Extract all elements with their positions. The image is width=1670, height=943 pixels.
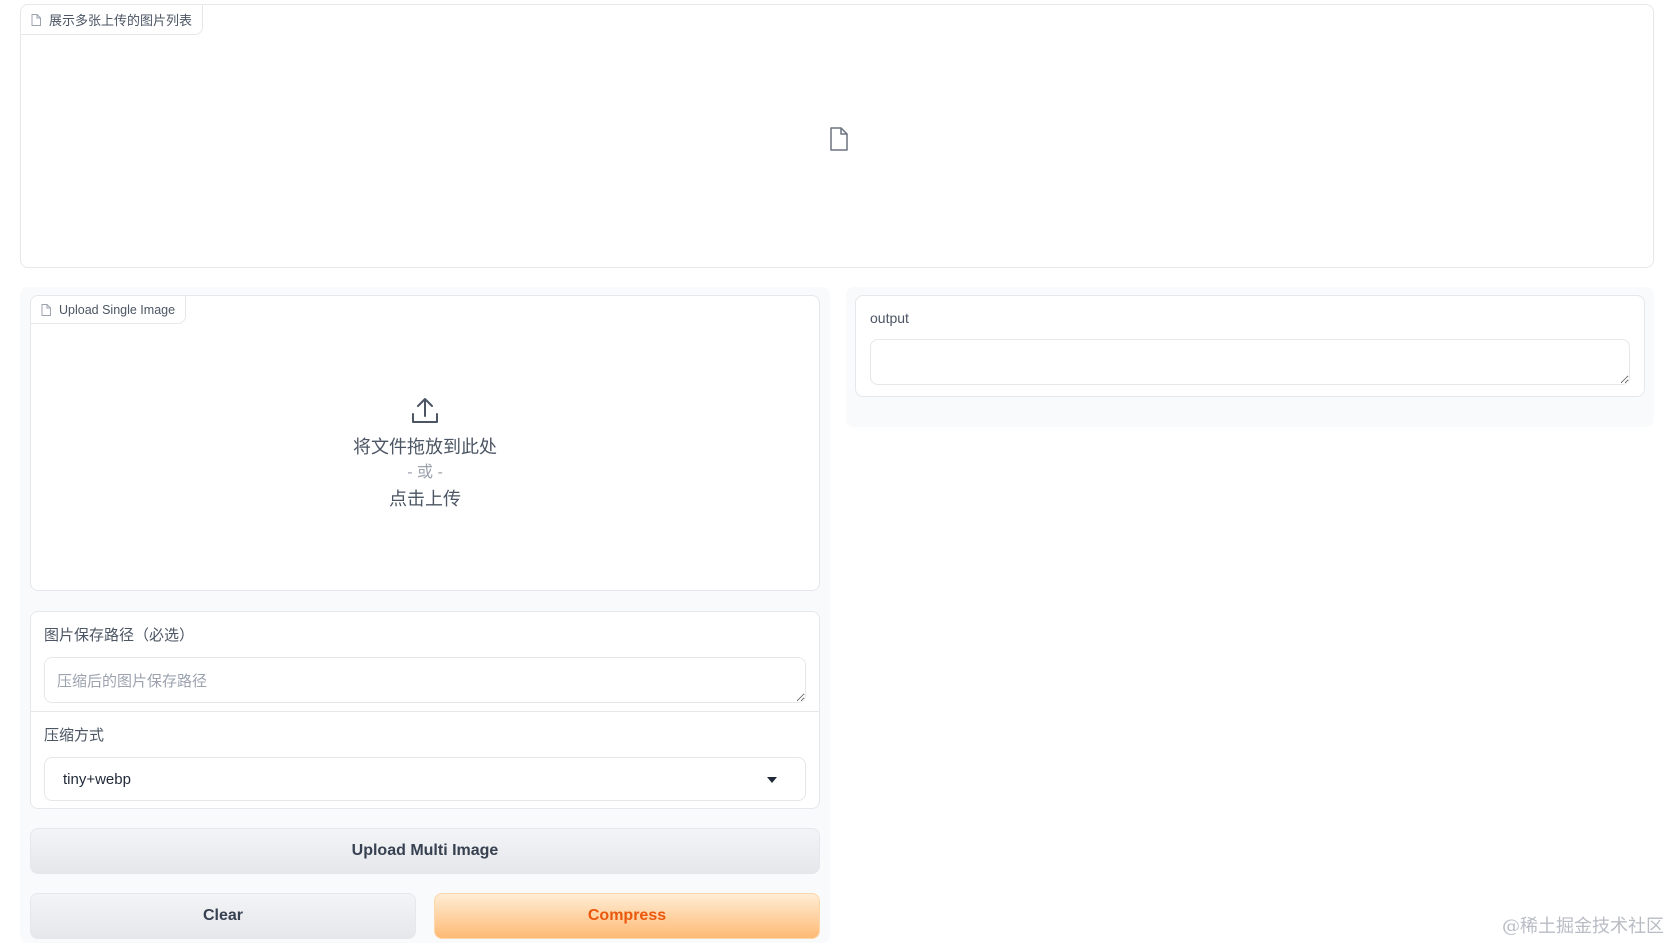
upload-multi-image-button[interactable]: Upload Multi Image — [30, 828, 820, 874]
drop-instruction: 将文件拖放到此处 — [353, 437, 497, 457]
file-icon — [830, 127, 848, 151]
file-icon — [31, 13, 41, 26]
gallery-label-text: 展示多张上传的图片列表 — [49, 13, 193, 28]
compress-method-label: 压缩方式 — [44, 727, 105, 744]
settings-form: 图片保存路径（必选） 压缩方式 tiny+webp — [30, 611, 820, 809]
upload-label: Upload Single Image — [31, 296, 187, 324]
right-column: output — [846, 287, 1654, 427]
caret-down-icon — [767, 777, 777, 783]
image-gallery: 展示多张上传的图片列表 — [20, 4, 1654, 268]
save-path-label: 图片保存路径（必选） — [44, 627, 195, 644]
upload-label-text: Upload Single Image — [59, 302, 176, 317]
drop-or-separator: - 或 - — [407, 464, 443, 481]
gallery-label: 展示多张上传的图片列表 — [21, 5, 204, 35]
compress-button[interactable]: Compress — [434, 893, 820, 939]
save-path-input[interactable] — [44, 657, 806, 703]
single-image-upload[interactable]: Upload Single Image 将文件拖放到此处 - 或 - 点击上传 — [30, 295, 820, 591]
save-path-field: 图片保存路径（必选） — [31, 612, 819, 712]
drop-zone[interactable]: 将文件拖放到此处 - 或 - 点击上传 — [31, 396, 819, 512]
file-icon — [41, 303, 51, 316]
compress-method-value: tiny+webp — [63, 770, 131, 788]
clear-button[interactable]: Clear — [30, 893, 416, 939]
output-label: output — [870, 310, 909, 326]
upload-icon — [412, 398, 438, 423]
watermark: @稀土掘金技术社区 — [1502, 916, 1664, 937]
click-to-upload[interactable]: 点击上传 — [389, 486, 461, 512]
left-column: Upload Single Image 将文件拖放到此处 - 或 - 点击上传 … — [20, 287, 830, 943]
output-textarea[interactable] — [870, 339, 1630, 385]
compress-method-field: 压缩方式 tiny+webp — [31, 712, 819, 810]
compress-method-select[interactable]: tiny+webp — [44, 757, 806, 801]
output-field: output — [855, 295, 1645, 397]
app-page: 展示多张上传的图片列表 Upload Single Image 将文件拖放到此处… — [0, 0, 1670, 943]
